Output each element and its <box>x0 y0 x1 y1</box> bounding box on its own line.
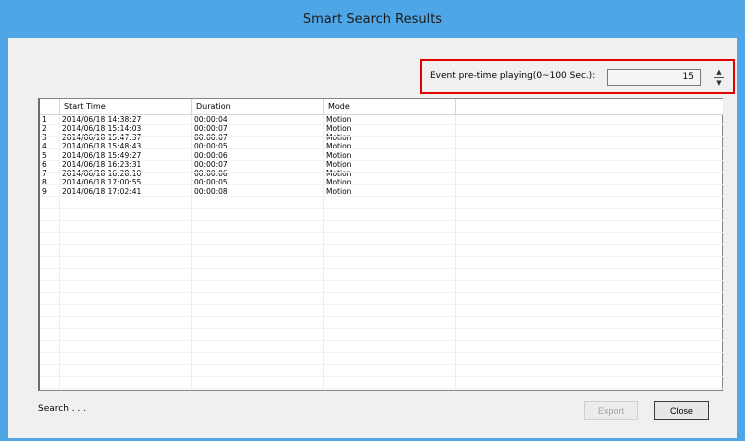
row-index: 7 <box>42 169 47 178</box>
table-row[interactable]: 1 2014/06/18 14:38:27 00:00:04 Motion <box>40 115 723 124</box>
grid-line <box>40 376 723 377</box>
table-header: Start Time Duration Mode <box>40 99 723 115</box>
grid-line <box>40 196 723 197</box>
row-index: 3 <box>42 133 47 142</box>
row-duration: 00:00:06 <box>194 169 228 178</box>
row-start-time: 2014/06/18 15:47:37 <box>62 133 142 142</box>
table-row[interactable]: 5 2014/06/18 15:49:27 00:00:06 Motion <box>40 151 723 160</box>
row-index: 2 <box>42 124 47 133</box>
grid-line <box>40 352 723 353</box>
grid-line <box>40 184 723 185</box>
grid-line <box>40 160 723 161</box>
row-index: 4 <box>42 142 47 151</box>
grid-line <box>40 340 723 341</box>
row-duration: 00:00:05 <box>194 178 228 187</box>
smart-search-window: Smart Search Results Event pre-time play… <box>0 0 745 441</box>
row-start-time: 2014/06/18 15:48:43 <box>62 142 142 151</box>
row-mode: Motion <box>326 178 352 187</box>
row-index: 1 <box>42 115 47 124</box>
window-title: Smart Search Results <box>0 0 745 38</box>
row-start-time: 2014/06/18 15:49:27 <box>62 151 142 160</box>
grid-line <box>40 232 723 233</box>
row-index: 6 <box>42 160 47 169</box>
results-table[interactable]: Start Time Duration Mode 1 2014/06/18 14… <box>38 98 723 391</box>
status-text: Search . . . <box>38 404 87 414</box>
grid-line <box>40 220 723 221</box>
column-header-mode[interactable]: Mode <box>324 99 456 114</box>
row-start-time: 2014/06/18 17:00:55 <box>62 178 142 187</box>
row-start-time: 2014/06/18 15:14:03 <box>62 124 142 133</box>
row-duration: 00:00:07 <box>194 133 228 142</box>
row-mode: Motion <box>326 124 352 133</box>
row-start-time: 2014/06/18 14:38:27 <box>62 115 142 124</box>
row-mode: Motion <box>326 115 352 124</box>
table-row[interactable]: 9 2014/06/18 17:02:41 00:00:08 Motion <box>40 187 723 196</box>
row-mode: Motion <box>326 160 352 169</box>
pretime-spinner[interactable]: ▲ ▼ <box>713 67 725 89</box>
row-start-time: 2014/06/18 16:23:31 <box>62 160 142 169</box>
row-mode: Motion <box>326 187 352 196</box>
row-index: 9 <box>42 187 47 196</box>
spin-down-icon[interactable]: ▼ <box>713 78 725 88</box>
grid-line <box>40 208 723 209</box>
grid-line <box>40 148 723 149</box>
column-header-index[interactable] <box>40 99 60 114</box>
export-button[interactable]: Export <box>584 401 638 420</box>
grid-line <box>40 280 723 281</box>
row-mode: Motion <box>326 133 352 142</box>
row-mode: Motion <box>326 151 352 160</box>
grid-line <box>40 328 723 329</box>
grid-line <box>40 268 723 269</box>
table-row[interactable]: 4 2014/06/18 15:48:43 00:00:05 Motion <box>40 142 723 151</box>
pretime-label: Event pre-time playing(0~100 Sec.): <box>430 71 596 81</box>
table-row[interactable]: 8 2014/06/18 17:00:55 00:00:05 Motion <box>40 178 723 187</box>
grid-line <box>40 316 723 317</box>
close-button[interactable]: Close <box>654 401 709 420</box>
grid-line <box>40 292 723 293</box>
row-mode: Motion <box>326 169 352 178</box>
row-duration: 00:00:07 <box>194 160 228 169</box>
grid-line <box>40 304 723 305</box>
grid-line <box>40 172 723 173</box>
row-mode: Motion <box>326 142 352 151</box>
pretime-highlight-box: Event pre-time playing(0~100 Sec.): 15 ▲… <box>420 59 735 94</box>
dialog-client-area: Event pre-time playing(0~100 Sec.): 15 ▲… <box>8 38 737 438</box>
grid-line <box>40 256 723 257</box>
column-header-start-time[interactable]: Start Time <box>60 99 192 114</box>
table-row[interactable]: 3 2014/06/18 15:47:37 00:00:07 Motion <box>40 133 723 142</box>
grid-line <box>40 388 723 389</box>
row-index: 8 <box>42 178 47 187</box>
spin-up-icon[interactable]: ▲ <box>713 67 725 77</box>
column-header-duration[interactable]: Duration <box>192 99 324 114</box>
row-duration: 00:00:06 <box>194 151 228 160</box>
column-header-empty <box>456 99 723 114</box>
table-row[interactable]: 7 2014/06/18 16:28:10 00:00:06 Motion <box>40 169 723 178</box>
row-start-time: 2014/06/18 17:02:41 <box>62 187 142 196</box>
row-start-time: 2014/06/18 16:28:10 <box>62 169 142 178</box>
grid-line <box>40 124 723 125</box>
row-duration: 00:00:08 <box>194 187 228 196</box>
table-row[interactable]: 2 2014/06/18 15:14:03 00:00:07 Motion <box>40 124 723 133</box>
grid-line <box>40 136 723 137</box>
pretime-input[interactable]: 15 <box>607 69 701 86</box>
grid-line <box>40 364 723 365</box>
row-index: 5 <box>42 151 47 160</box>
row-duration: 00:00:04 <box>194 115 228 124</box>
grid-line <box>40 244 723 245</box>
row-duration: 00:00:07 <box>194 124 228 133</box>
row-duration: 00:00:05 <box>194 142 228 151</box>
table-row[interactable]: 6 2014/06/18 16:23:31 00:00:07 Motion <box>40 160 723 169</box>
